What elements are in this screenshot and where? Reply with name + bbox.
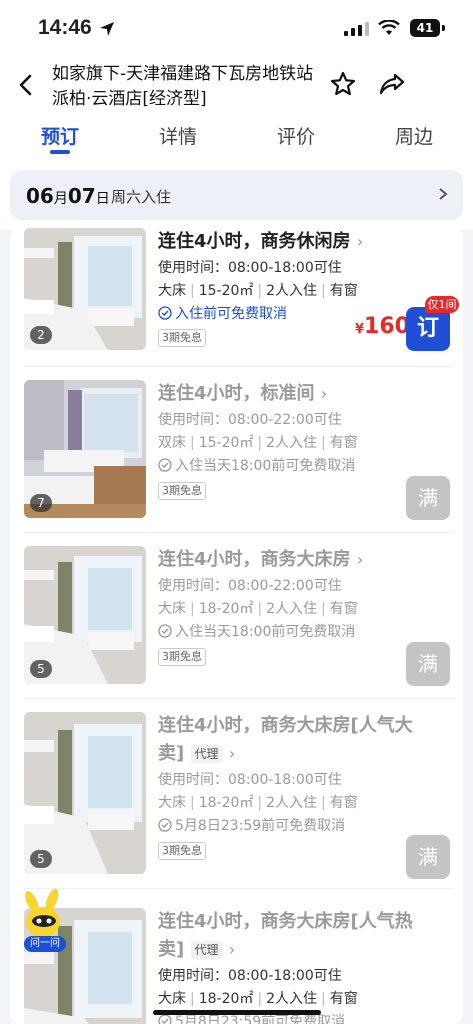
tab-bar: 预订 详情 评价 周边 — [0, 120, 473, 160]
room-price: ¥160 — [355, 314, 410, 339]
room-usage-time: 使用时间：08:00-22:00可住 — [158, 412, 342, 428]
installment-tag: 3期免息 — [158, 482, 206, 500]
wifi-icon — [378, 20, 400, 35]
chevron-right-icon — [439, 188, 448, 200]
check-in-weekday: 周六入住 — [111, 188, 172, 206]
check-circle-icon — [158, 624, 172, 638]
room-title[interactable]: 连住4小时，商务大床房[人气大 卖] 代理 › — [158, 712, 438, 768]
battery-indicator: 41 — [410, 19, 440, 37]
check-in-date: 06月07日 — [26, 184, 110, 208]
room-title[interactable]: 连住4小时，商务大床房 › — [158, 546, 438, 574]
cancel-policy: 入住当天18:00前可免费取消 — [158, 622, 355, 642]
room-specs: 大床 | 18-20㎡ | 2人入住 | 有窗 — [158, 795, 358, 811]
tab-reviews[interactable]: 评价 — [256, 122, 336, 149]
room-specs: 双床 | 15-20㎡ | 2人入住 | 有窗 — [158, 435, 358, 451]
check-circle-icon — [158, 458, 172, 472]
only-one-left-badge: 仅1间 — [425, 296, 459, 313]
room-usage-time: 使用时间：08:00-18:00可住 — [158, 968, 342, 984]
location-arrow-icon — [100, 22, 114, 36]
favorite-star-icon[interactable] — [329, 70, 357, 98]
share-icon[interactable] — [378, 70, 406, 98]
room-specs: 大床 | 15-20㎡ | 2人入住 | 有窗 — [158, 283, 358, 299]
room-title[interactable]: 连住4小时，商务休闲房 › — [158, 228, 438, 256]
agent-tag: 代理 — [190, 745, 223, 763]
sold-out-button[interactable]: 满 — [406, 642, 450, 686]
cancel-policy: 5月8日23:59前可免费取消 — [158, 816, 345, 836]
check-circle-icon — [158, 1014, 172, 1024]
room-title[interactable]: 连住4小时，商务大床房[人气热 卖] 代理 › — [158, 908, 438, 964]
installment-tag: 3期免息 — [158, 842, 206, 860]
room-photo[interactable]: 5 — [24, 712, 146, 874]
status-bar: 14:46 41 — [0, 0, 473, 60]
room-usage-time: 使用时间：08:00-22:00可住 — [158, 578, 342, 594]
home-indicator — [153, 1010, 321, 1015]
header: 如家旗下-天津福建路下瓦房地铁站派柏·云酒店[经济型] — [0, 60, 473, 120]
date-selector[interactable]: 06月07日 周六入住 — [10, 170, 463, 220]
check-circle-icon — [158, 818, 172, 832]
room-usage-time: 使用时间：08:00-18:00可住 — [158, 772, 342, 788]
sold-out-button[interactable]: 满 — [406, 476, 450, 520]
tab-active-indicator — [50, 150, 70, 154]
cancel-policy: 入住前可免费取消 — [158, 304, 287, 324]
ask-assistant-button[interactable]: 问一问 — [24, 936, 66, 952]
room-photo[interactable]: 7 — [24, 380, 146, 518]
divider — [24, 888, 454, 889]
tab-booking[interactable]: 预订 — [20, 122, 100, 149]
battery-cap — [442, 25, 445, 31]
photo-count: 2 — [30, 326, 52, 344]
book-button[interactable]: 订 — [406, 307, 450, 351]
photo-count: 5 — [30, 850, 52, 868]
photo-count: 7 — [30, 494, 52, 512]
signal-icon — [344, 22, 369, 36]
back-arrow-icon[interactable] — [14, 73, 38, 97]
room-photo[interactable]: 2 — [24, 228, 146, 350]
installment-tag: 3期免息 — [158, 329, 206, 347]
agent-tag: 代理 — [190, 941, 223, 959]
sold-out-button[interactable]: 满 — [406, 835, 450, 879]
divider — [24, 366, 454, 367]
tab-details[interactable]: 详情 — [138, 122, 218, 149]
room-usage-time: 使用时间：08:00-18:00可住 — [158, 260, 342, 276]
room-specs: 大床 | 18-20㎡ | 2人入住 | 有窗 — [158, 991, 358, 1007]
status-time: 14:46 — [38, 16, 92, 39]
room-photo[interactable]: 5 — [24, 546, 146, 684]
photo-count: 5 — [30, 660, 52, 678]
divider — [24, 698, 454, 699]
check-circle-icon — [158, 306, 172, 320]
tab-nearby[interactable]: 周边 — [374, 122, 454, 149]
room-list: 2 连住4小时，商务休闲房 › 使用时间：08:00-18:00可住 大床 | 15… — [10, 228, 463, 1024]
installment-tag: 3期免息 — [158, 648, 206, 666]
divider — [24, 532, 454, 533]
hotel-title: 如家旗下-天津福建路下瓦房地铁站派柏·云酒店[经济型] — [52, 64, 314, 109]
cancel-policy: 入住当天18:00前可免费取消 — [158, 456, 355, 476]
room-title[interactable]: 连住4小时，标准间 › — [158, 380, 438, 408]
room-specs: 大床 | 18-20㎡ | 2人入住 | 有窗 — [158, 601, 358, 617]
